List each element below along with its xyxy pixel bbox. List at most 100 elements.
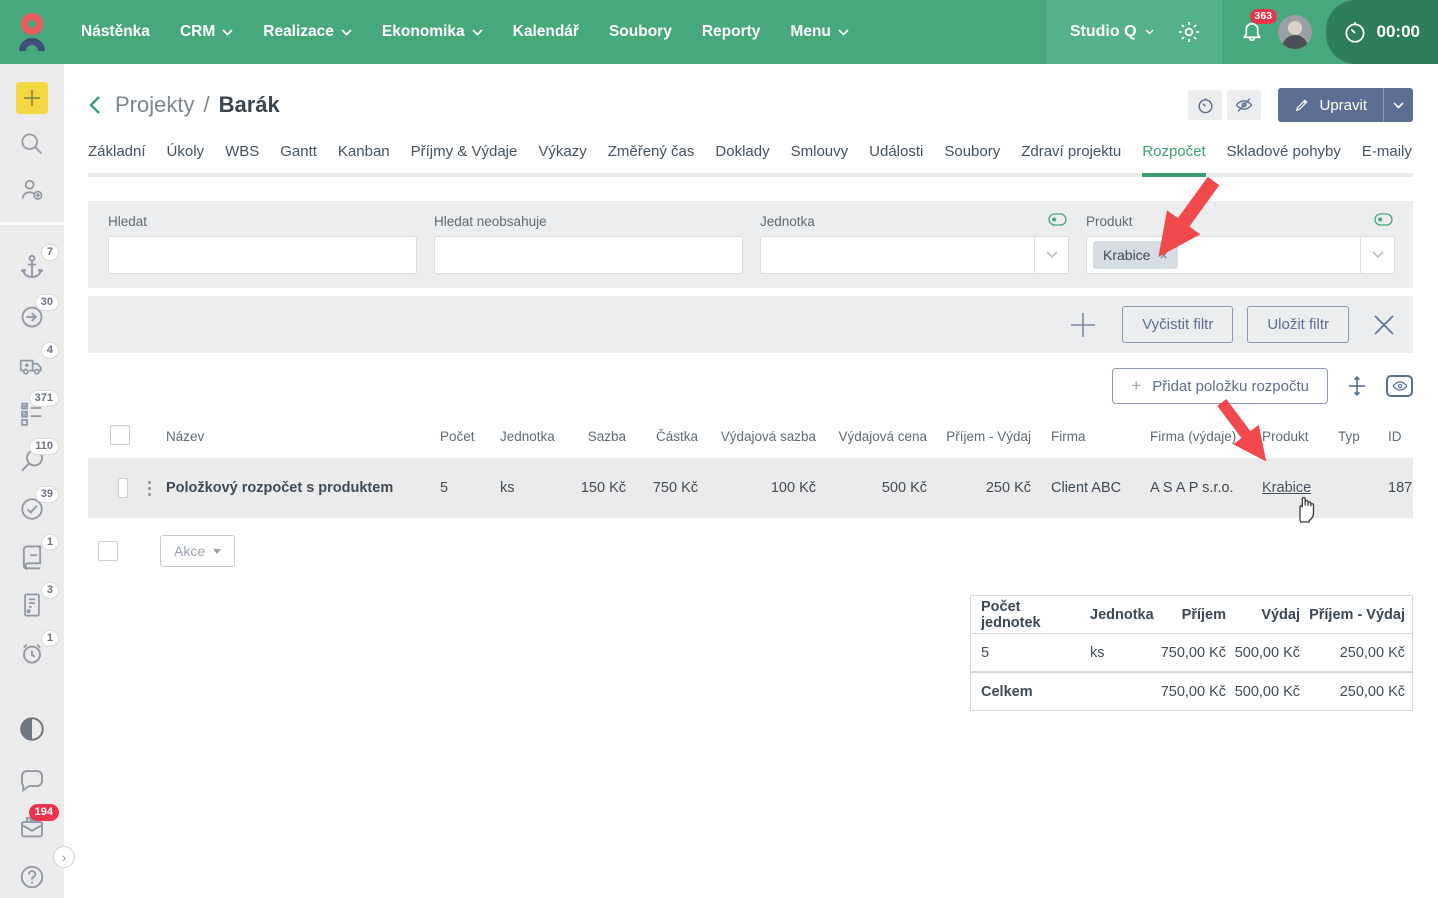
unit-select-caret[interactable] xyxy=(1034,237,1068,273)
cell-produkt-link[interactable]: Krabice xyxy=(1262,480,1311,496)
workspace-switcher[interactable]: Studio Q xyxy=(1046,0,1222,64)
row-checkbox[interactable] xyxy=(118,478,128,498)
save-filter-button[interactable]: Uložit filtr xyxy=(1247,306,1349,343)
tab-udalosti[interactable]: Události xyxy=(869,143,923,173)
col-firma[interactable]: Firma xyxy=(1031,429,1130,444)
col-jednotka[interactable]: Jednotka xyxy=(468,429,548,444)
summary-cell: 750,00 Kč xyxy=(1150,645,1226,661)
sidebar-anchor-button[interactable]: 7 xyxy=(17,252,47,282)
nav-item-nastenka[interactable]: Nástěnka xyxy=(81,23,150,41)
sidebar-search-button[interactable] xyxy=(18,130,46,158)
edit-button[interactable]: Upravit xyxy=(1278,88,1383,122)
chip-remove-icon[interactable]: × xyxy=(1159,247,1167,263)
nav-item-soubory[interactable]: Soubory xyxy=(609,23,672,41)
tab-wbs[interactable]: WBS xyxy=(225,143,259,173)
sidebar-invoice-button[interactable]: 3 xyxy=(17,590,47,620)
filter-field-hledat: Hledat xyxy=(108,214,417,274)
sidebar-chat-button[interactable] xyxy=(17,766,47,796)
unit-select[interactable] xyxy=(760,236,1069,274)
tab-rozpocet[interactable]: Rozpočet xyxy=(1142,143,1205,177)
product-chip-label: Krabice xyxy=(1103,247,1150,263)
user-avatar[interactable] xyxy=(1278,15,1312,49)
avatar-head-shape xyxy=(1288,21,1302,35)
pencil-icon xyxy=(1294,97,1310,113)
sidebar-search-items-button[interactable]: 110 xyxy=(17,446,47,476)
caret-down-icon xyxy=(213,549,221,554)
plus-icon: + xyxy=(1131,376,1141,396)
sidebar-history-button[interactable]: 30 xyxy=(17,302,47,332)
col-prijem-vydaj[interactable]: Příjem - Výdaj xyxy=(927,429,1031,444)
add-filter-button[interactable] xyxy=(1068,310,1098,340)
product-select[interactable]: Krabice × xyxy=(1086,236,1395,274)
sidebar-alarm-button[interactable]: 1 xyxy=(17,638,47,668)
col-vydajova-cena[interactable]: Výdajová cena xyxy=(816,429,927,444)
col-castka[interactable]: Částka xyxy=(626,429,698,444)
time-tracker[interactable]: 00:00 xyxy=(1326,0,1438,64)
akce-button[interactable]: Akce xyxy=(160,535,235,567)
chevron-down-icon xyxy=(1393,102,1404,109)
unwatch-button[interactable] xyxy=(1227,90,1261,120)
back-chevron-icon[interactable] xyxy=(88,95,102,115)
app-logo[interactable] xyxy=(0,0,64,64)
breadcrumb-parent[interactable]: Projekty xyxy=(115,92,194,118)
nav-item-menu[interactable]: Menu xyxy=(790,23,848,41)
sidebar-approvals-button[interactable]: 39 xyxy=(17,494,47,524)
nav-item-kalendar[interactable]: Kalendář xyxy=(513,23,579,41)
filter-toggle-icon[interactable] xyxy=(1048,213,1067,226)
tab-emaily[interactable]: E-maily xyxy=(1362,143,1412,173)
clear-filter-button[interactable]: Vyčistit filtr xyxy=(1122,306,1233,343)
search-input[interactable] xyxy=(108,236,417,274)
column-visibility-button[interactable] xyxy=(1386,375,1413,397)
tab-ukoly[interactable]: Úkoly xyxy=(167,143,205,173)
sidebar-add-contact-button[interactable] xyxy=(18,176,46,204)
filter-panel: Hledat Hledat neobsahuje Jednotka Produk… xyxy=(88,201,1413,288)
nav-item-crm[interactable]: CRM xyxy=(180,23,233,41)
tab-kanban[interactable]: Kanban xyxy=(338,143,390,173)
tab-zakladni[interactable]: Základní xyxy=(88,143,146,173)
col-typ[interactable]: Typ xyxy=(1338,429,1388,444)
edit-dropdown-button[interactable] xyxy=(1383,88,1413,122)
col-sazba[interactable]: Sazba xyxy=(548,429,626,444)
bulk-select-checkbox[interactable] xyxy=(98,541,118,561)
row-height-icon[interactable] xyxy=(1344,373,1370,399)
nav-item-reporty[interactable]: Reporty xyxy=(702,23,761,41)
start-timer-button[interactable] xyxy=(1188,90,1222,120)
tab-zmereny-cas[interactable]: Změřený čas xyxy=(608,143,695,173)
sidebar-expand-button[interactable]: › xyxy=(53,846,75,868)
sidebar-add-button[interactable] xyxy=(16,82,48,114)
col-id[interactable]: ID xyxy=(1388,429,1415,444)
product-select-caret[interactable] xyxy=(1360,237,1394,273)
nav-item-realizace[interactable]: Realizace xyxy=(263,23,352,41)
col-pocet[interactable]: Počet xyxy=(406,429,468,444)
row-menu-icon[interactable] xyxy=(142,481,156,496)
filter-toggle-icon[interactable] xyxy=(1374,213,1393,226)
sidebar-book-button[interactable]: 1 xyxy=(17,542,47,572)
tab-soubory[interactable]: Soubory xyxy=(944,143,1000,173)
add-budget-item-button[interactable]: + Přidat položku rozpočtu xyxy=(1112,368,1328,404)
tab-smlouvy[interactable]: Smlouvy xyxy=(791,143,849,173)
left-sidebar: 7 30 4 371 110 39 1 3 1 194 xyxy=(0,64,64,898)
col-produkt[interactable]: Produkt xyxy=(1242,429,1338,444)
notifications-bell[interactable]: 363 xyxy=(1238,18,1266,46)
tab-gantt[interactable]: Gantt xyxy=(280,143,317,173)
search-not-input[interactable] xyxy=(434,236,743,274)
tab-skladove-pohyby[interactable]: Skladové pohyby xyxy=(1227,143,1341,173)
gear-icon[interactable] xyxy=(1176,19,1202,45)
sidebar-help-button[interactable] xyxy=(17,862,47,892)
sidebar-contrast-toggle[interactable] xyxy=(17,714,47,744)
col-firma-vydaje[interactable]: Firma (výdaje) xyxy=(1130,429,1242,444)
sidebar-ambulance-button[interactable]: 4 xyxy=(17,350,47,380)
col-vydajova-sazba[interactable]: Výdajová sazba xyxy=(698,429,816,444)
col-nazev[interactable]: Název xyxy=(166,429,406,444)
approvals-badge: 39 xyxy=(35,486,59,503)
sidebar-tasks-button[interactable]: 371 xyxy=(17,398,47,428)
tab-doklady[interactable]: Doklady xyxy=(715,143,769,173)
cell-nazev[interactable]: Položkový rozpočet s produktem xyxy=(166,480,406,496)
tab-zdravi-projektu[interactable]: Zdraví projektu xyxy=(1021,143,1121,173)
tab-vykazy[interactable]: Výkazy xyxy=(538,143,586,173)
nav-item-ekonomika[interactable]: Ekonomika xyxy=(382,23,483,41)
select-all-checkbox[interactable] xyxy=(110,425,130,445)
tab-prijmy-vydaje[interactable]: Příjmy & Výdaje xyxy=(411,143,518,173)
close-filter-icon[interactable] xyxy=(1371,312,1397,338)
sidebar-inbox-button[interactable]: 194 xyxy=(17,812,47,842)
